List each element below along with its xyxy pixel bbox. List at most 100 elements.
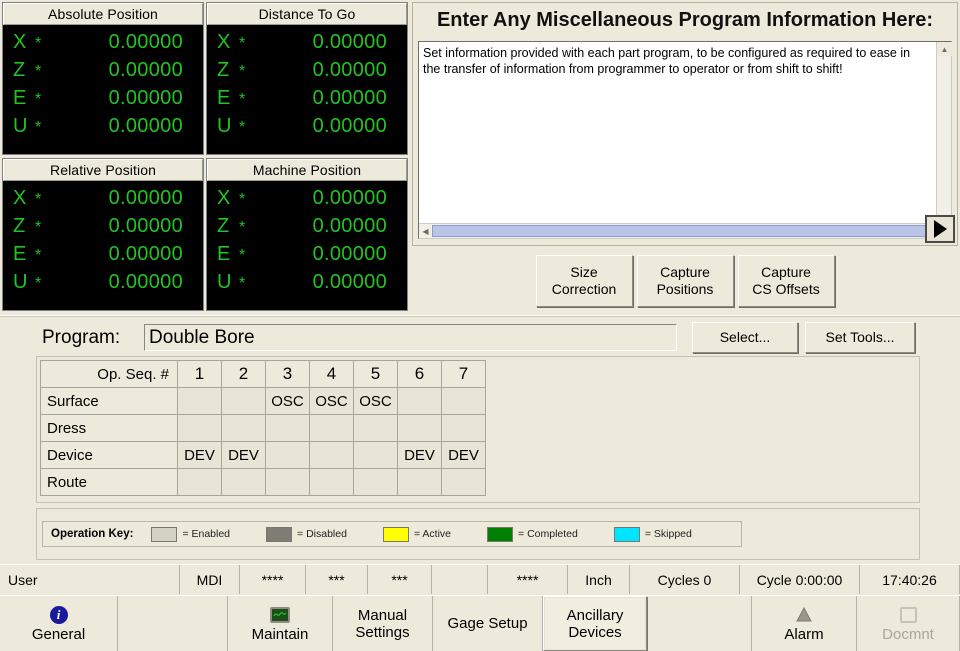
- toolbar-button-blank[interactable]: [647, 596, 752, 651]
- op-cell[interactable]: [177, 387, 222, 415]
- legend-swatch: [151, 526, 178, 542]
- op-cell[interactable]: [353, 468, 398, 496]
- set-tools-button[interactable]: Set Tools...: [805, 322, 915, 353]
- op-column-header[interactable]: 1: [177, 360, 222, 388]
- program-name-field[interactable]: Double Bore: [144, 324, 677, 351]
- op-cell[interactable]: DEV: [221, 441, 266, 469]
- toolbar-label-line1: Gage Setup: [447, 615, 528, 632]
- axis-star-icon: *: [239, 91, 246, 108]
- scroll-up-icon[interactable]: ▲: [937, 42, 952, 56]
- op-cell[interactable]: [441, 387, 486, 415]
- toolbar-button-ancillary[interactable]: Ancillary Devices: [543, 596, 647, 651]
- op-cell[interactable]: [221, 468, 266, 496]
- axis-label: X: [13, 187, 27, 209]
- op-cell[interactable]: DEV: [397, 441, 442, 469]
- axis-row-u: U * 0.00000: [13, 271, 193, 299]
- legend-label: = Disabled: [297, 528, 347, 540]
- scroll-left-icon[interactable]: ◀: [419, 225, 432, 238]
- op-table-header-row: Op. Seq. #1 2 3 4 5 6 7: [40, 360, 486, 388]
- position-panel-body: X * 0.00000 Z * 0.00000 E * 0.00000 U * 0.00000: [207, 181, 407, 310]
- op-cell[interactable]: [221, 387, 266, 415]
- toolbar-label-line1: Docmnt: [882, 625, 934, 643]
- axis-label: U: [13, 271, 28, 293]
- play-button[interactable]: [925, 215, 955, 243]
- legend-swatch: [613, 526, 640, 542]
- section-divider: [0, 315, 960, 317]
- capture-button-2[interactable]: Capture CS Offsets: [737, 255, 835, 307]
- legend-label: = Skipped: [644, 528, 692, 540]
- op-cell[interactable]: OSC: [353, 387, 398, 415]
- op-cell[interactable]: [441, 468, 486, 496]
- misc-info-textarea[interactable]: Set information provided with each part …: [418, 41, 952, 239]
- op-table-body: Op. Seq. #1 2 3 4 5 6 7 Surface OSC OSC OSC Dress De…: [40, 360, 486, 496]
- axis-value: 0.00000: [108, 87, 183, 109]
- toolbar-button-general[interactable]: i General: [0, 596, 118, 651]
- op-cell[interactable]: [177, 468, 222, 496]
- op-cell[interactable]: [265, 414, 310, 442]
- btn-line1: Size: [570, 264, 598, 280]
- legend-title: Operation Key:: [51, 528, 134, 540]
- axis-star-icon: *: [239, 275, 246, 292]
- op-cell[interactable]: [353, 414, 398, 442]
- axis-label: U: [13, 115, 28, 137]
- op-cell[interactable]: [265, 468, 310, 496]
- op-cell[interactable]: [397, 387, 442, 415]
- axis-value: 0.00000: [108, 31, 183, 53]
- misc-vertical-scrollbar[interactable]: ▲: [936, 42, 952, 223]
- status-cell-8: Inch: [568, 565, 630, 594]
- axis-row-u: U * 0.00000: [217, 115, 397, 143]
- op-cell[interactable]: OSC: [265, 387, 310, 415]
- toolbar-label-line2: Devices: [568, 623, 622, 641]
- axis-label: Z: [217, 215, 230, 237]
- axis-row-e: E * 0.00000: [13, 87, 193, 115]
- axis-row-z: Z * 0.00000: [217, 215, 397, 243]
- op-cell[interactable]: [265, 441, 310, 469]
- axis-label: Z: [217, 59, 230, 81]
- toolbar-button-manual[interactable]: Manual Settings: [333, 596, 433, 651]
- op-cell[interactable]: [309, 441, 354, 469]
- axis-star-icon: *: [35, 219, 42, 236]
- axis-value: 0.00000: [312, 271, 387, 293]
- select-button[interactable]: Select...: [692, 322, 798, 353]
- op-column-header[interactable]: 5: [353, 360, 398, 388]
- op-column-header[interactable]: 6: [397, 360, 442, 388]
- toolbar-button-maintain[interactable]: Maintain: [228, 596, 333, 651]
- op-cell[interactable]: [397, 414, 442, 442]
- axis-value: 0.00000: [312, 87, 387, 109]
- top-area: Absolute Position X * 0.00000 Z * 0.00000 E * 0.0…: [0, 0, 960, 315]
- axis-value: 0.00000: [108, 271, 183, 293]
- misc-horizontal-scrollbar[interactable]: ◀: [419, 223, 938, 238]
- position-panel-3: Machine Position X * 0.00000 Z * 0.00000 E * 0.00…: [206, 158, 408, 311]
- legend-item-4: = Skipped: [613, 526, 692, 542]
- toolbar-button-gage-setup[interactable]: Gage Setup: [433, 596, 543, 651]
- scrollbar-thumb[interactable]: [432, 225, 938, 237]
- op-column-header[interactable]: 2: [221, 360, 266, 388]
- op-column-header[interactable]: 3: [265, 360, 310, 388]
- op-cell[interactable]: [397, 468, 442, 496]
- op-cell[interactable]: DEV: [441, 441, 486, 469]
- op-cell[interactable]: [309, 468, 354, 496]
- legend-swatch: [382, 526, 409, 542]
- op-column-header[interactable]: 4: [309, 360, 354, 388]
- axis-star-icon: *: [239, 191, 246, 208]
- op-cell[interactable]: [221, 414, 266, 442]
- axis-value: 0.00000: [312, 243, 387, 265]
- toolbar-icon-wrap: [270, 605, 290, 625]
- toolbar-label-line1: Ancillary: [566, 606, 624, 624]
- position-panel-title: Machine Position: [207, 159, 407, 181]
- program-label: Program:: [42, 327, 121, 348]
- capture-button-1[interactable]: Capture Positions: [636, 255, 734, 307]
- axis-label: X: [217, 31, 231, 53]
- toolbar-button-alarm[interactable]: Alarm: [752, 596, 857, 651]
- capture-button-0[interactable]: Size Correction: [535, 255, 633, 307]
- op-cell[interactable]: [177, 414, 222, 442]
- op-cell[interactable]: DEV: [177, 441, 222, 469]
- toolbar-button-blank[interactable]: [118, 596, 228, 651]
- axis-label: E: [13, 243, 27, 265]
- toolbar-button-docmnt: Docmnt: [857, 596, 960, 651]
- op-cell[interactable]: [353, 441, 398, 469]
- op-cell[interactable]: [441, 414, 486, 442]
- op-cell[interactable]: OSC: [309, 387, 354, 415]
- op-cell[interactable]: [309, 414, 354, 442]
- op-column-header[interactable]: 7: [441, 360, 486, 388]
